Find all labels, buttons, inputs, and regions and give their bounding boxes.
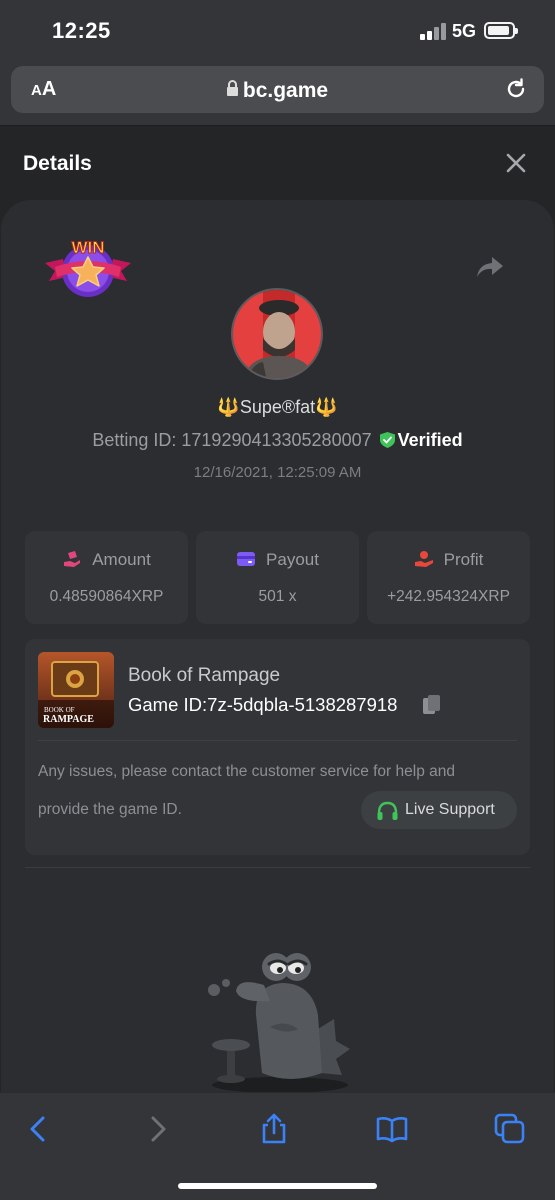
profit-stat: Profit +242.954324XRP [367, 531, 530, 624]
trident-right-glyph: 🔱 [315, 397, 338, 417]
betting-id-row: Betting ID: 171929041330528000​7 Verified [0, 430, 555, 451]
profit-hand-icon [414, 551, 433, 567]
game-thumbnail[interactable]: BOOK OF RAMPAGE [38, 652, 114, 728]
payout-label: Payout [266, 550, 319, 569]
reload-icon[interactable] [504, 77, 528, 101]
verified-shield-icon [379, 432, 395, 448]
copy-icon[interactable] [422, 694, 441, 715]
live-support-button[interactable]: Live Support [361, 791, 517, 829]
domain-text: bc.game [242, 79, 329, 102]
username-text: Supe®fat [239, 397, 316, 417]
payout-stat: Payout 501 x [196, 531, 359, 624]
divider [25, 867, 530, 868]
profit-value: +242.954324XRP [387, 588, 510, 605]
divider [38, 740, 517, 741]
network-type: 5G [452, 21, 477, 41]
money-hand-icon [64, 551, 81, 567]
verified-label: Verified [397, 430, 463, 450]
game-info-card: BOOK OF RAMPAGE Book of Rampage Game ID:… [25, 639, 530, 855]
betting-id-text: Betting ID: 171929041330528000​7 [92, 430, 372, 450]
thumbnail-title-bottom: RAMPAGE [43, 714, 94, 725]
avatar [231, 288, 323, 380]
url-display[interactable]: bc.game [11, 79, 544, 103]
amount-value: 0.48590864XRP [49, 588, 164, 605]
share-sheet-icon[interactable] [258, 1113, 290, 1145]
share-icon[interactable] [476, 255, 504, 279]
live-support-label: Live Support [405, 801, 495, 818]
headphones-icon [377, 801, 398, 820]
address-bar[interactable]: AA bc.game [11, 66, 544, 113]
game-thumbnail-image: BOOK OF RAMPAGE [38, 652, 114, 728]
forward-icon[interactable] [142, 1113, 174, 1145]
tabs-icon[interactable] [494, 1113, 526, 1145]
back-icon[interactable] [22, 1113, 54, 1145]
avatar-image [233, 290, 321, 378]
battery-icon [484, 22, 518, 39]
payout-value: 501 x [258, 588, 297, 605]
browser-address-area: AA bc.game [0, 58, 555, 126]
clock: 12:25 [52, 18, 111, 43]
lock-icon [226, 80, 238, 96]
win-badge-icon: WIN [45, 238, 131, 297]
game-id: Game ID:7z-5dqbla-5138287918 [128, 694, 398, 715]
wallet-card-icon [237, 552, 256, 566]
close-icon[interactable] [505, 152, 527, 174]
game-name: Book of Rampage [128, 665, 281, 686]
profit-label: Profit [443, 550, 484, 569]
win-badge-text: WIN [71, 238, 104, 257]
support-note-line1: Any issues, please contact the customer … [38, 763, 455, 780]
amount-label: Amount [92, 550, 151, 569]
status-bar: 12:25 5G [0, 0, 555, 58]
thumbnail-title-top: BOOK OF [44, 706, 75, 714]
trident-left-glyph: 🔱 [217, 397, 240, 417]
crocodile-mascot-icon [208, 953, 350, 1093]
support-note-line2: provide the game ID. [38, 801, 182, 818]
cellular-signal-icon [420, 22, 446, 40]
player-name: 🔱Supe®fat🔱 [0, 397, 555, 418]
home-indicator [178, 1183, 377, 1189]
amount-stat: Amount 0.48590864XRP [25, 531, 188, 624]
bet-datetime: 12/16/2021, 12:25:09 AM [193, 464, 362, 481]
bookmarks-icon[interactable] [376, 1113, 408, 1145]
page-title: Details [23, 152, 92, 175]
